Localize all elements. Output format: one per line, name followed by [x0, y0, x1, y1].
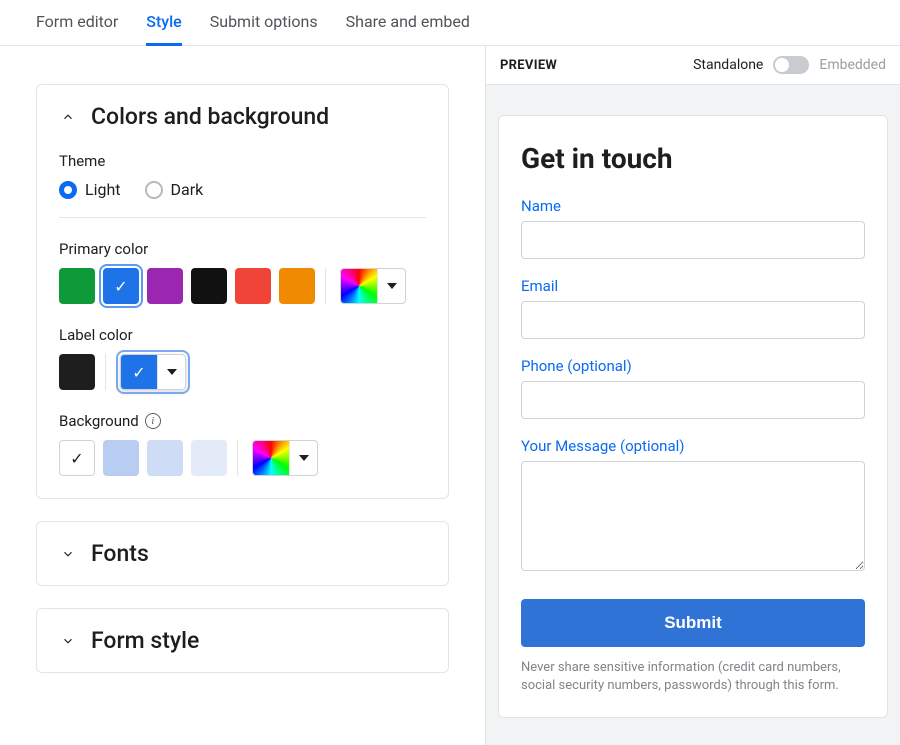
email-input[interactable] — [521, 301, 865, 339]
preview-column: PREVIEW Standalone Embedded Get in touch… — [485, 46, 900, 745]
separator — [105, 354, 106, 390]
background-custom-color-picker[interactable] — [252, 440, 318, 476]
divider — [59, 217, 426, 218]
preview-mode-standalone[interactable]: Standalone — [693, 57, 763, 73]
field-message: Your Message (optional) — [521, 437, 865, 575]
radio-label: Dark — [171, 180, 204, 199]
tab-style[interactable]: Style — [146, 12, 182, 46]
theme-radio-group: Light Dark — [59, 180, 426, 199]
field-name: Name — [521, 197, 865, 259]
style-settings-column: Colors and background Theme Light Dark P… — [0, 46, 485, 745]
field-label: Your Message (optional) — [521, 437, 865, 455]
preview-mode-embedded[interactable]: Embedded — [819, 57, 886, 73]
form-title: Get in touch — [521, 142, 865, 175]
form-disclaimer: Never share sensitive information (credi… — [521, 659, 865, 695]
background-label-text: Background — [59, 412, 139, 430]
check-icon: ✓ — [132, 363, 145, 382]
radio-icon — [145, 181, 163, 199]
bg-swatch-white[interactable]: ✓ — [59, 440, 95, 476]
label-custom-color-picker[interactable]: ✓ — [120, 354, 186, 390]
primary-color-label: Primary color — [59, 240, 426, 258]
rainbow-icon — [253, 441, 289, 475]
panel-title: Colors and background — [91, 103, 329, 130]
color-swatch-orange[interactable] — [279, 268, 315, 304]
chevron-down-icon — [59, 545, 77, 563]
label-color-swatches: ✓ — [59, 354, 426, 390]
preview-canvas: Get in touch Name Email Phone (optional)… — [486, 85, 900, 745]
primary-custom-color-picker[interactable] — [340, 268, 406, 304]
bg-swatch-blue-1[interactable] — [103, 440, 139, 476]
color-swatch-blue: ✓ — [121, 355, 157, 389]
theme-radio-light[interactable]: Light — [59, 180, 121, 199]
panel-fonts: Fonts — [36, 521, 449, 586]
background-swatches: ✓ — [59, 440, 426, 476]
separator — [325, 268, 326, 304]
rainbow-icon — [341, 269, 377, 303]
field-email: Email — [521, 277, 865, 339]
primary-color-swatches: ✓ — [59, 268, 426, 304]
chevron-up-icon — [59, 108, 77, 126]
theme-radio-dark[interactable]: Dark — [145, 180, 204, 199]
tab-form-editor[interactable]: Form editor — [36, 12, 118, 45]
label-color-label: Label color — [59, 326, 426, 344]
separator — [237, 440, 238, 476]
panel-title: Fonts — [91, 540, 149, 567]
field-label: Phone (optional) — [521, 357, 865, 375]
panel-fonts-header[interactable]: Fonts — [37, 522, 448, 585]
submit-button[interactable]: Submit — [521, 599, 865, 647]
panel-colors-background-header[interactable]: Colors and background — [37, 85, 448, 148]
preview-form: Get in touch Name Email Phone (optional)… — [498, 115, 888, 718]
color-swatch-black[interactable] — [191, 268, 227, 304]
color-swatch-black[interactable] — [59, 354, 95, 390]
field-label: Email — [521, 277, 865, 295]
field-label: Name — [521, 197, 865, 215]
caret-down-icon — [377, 269, 405, 303]
panel-form-style-header[interactable]: Form style — [37, 609, 448, 672]
caret-down-icon — [157, 355, 185, 389]
color-swatch-red[interactable] — [235, 268, 271, 304]
color-swatch-green[interactable] — [59, 268, 95, 304]
caret-down-icon — [289, 441, 317, 475]
radio-label: Light — [85, 180, 121, 199]
preview-mode-toggle-group: Standalone Embedded — [693, 56, 886, 74]
chevron-down-icon — [59, 632, 77, 650]
bg-swatch-blue-2[interactable] — [147, 440, 183, 476]
message-textarea[interactable] — [521, 461, 865, 571]
color-swatch-blue[interactable]: ✓ — [103, 268, 139, 304]
tab-submit-options[interactable]: Submit options — [210, 12, 318, 45]
preview-label: PREVIEW — [500, 58, 557, 73]
radio-icon — [59, 181, 77, 199]
tab-share-embed[interactable]: Share and embed — [346, 12, 470, 45]
preview-mode-toggle[interactable] — [773, 56, 809, 74]
phone-input[interactable] — [521, 381, 865, 419]
toggle-knob — [775, 58, 789, 72]
editor-tabs: Form editor Style Submit options Share a… — [0, 0, 900, 46]
preview-bar: PREVIEW Standalone Embedded — [486, 46, 900, 85]
check-icon: ✓ — [70, 449, 83, 468]
panel-title: Form style — [91, 627, 199, 654]
field-phone: Phone (optional) — [521, 357, 865, 419]
panel-colors-background: Colors and background Theme Light Dark P… — [36, 84, 449, 499]
color-swatch-purple[interactable] — [147, 268, 183, 304]
name-input[interactable] — [521, 221, 865, 259]
check-icon: ✓ — [114, 277, 127, 296]
panel-form-style: Form style — [36, 608, 449, 673]
background-label: Background i — [59, 412, 426, 430]
bg-swatch-blue-3[interactable] — [191, 440, 227, 476]
theme-label: Theme — [59, 152, 426, 170]
info-icon[interactable]: i — [145, 413, 161, 429]
